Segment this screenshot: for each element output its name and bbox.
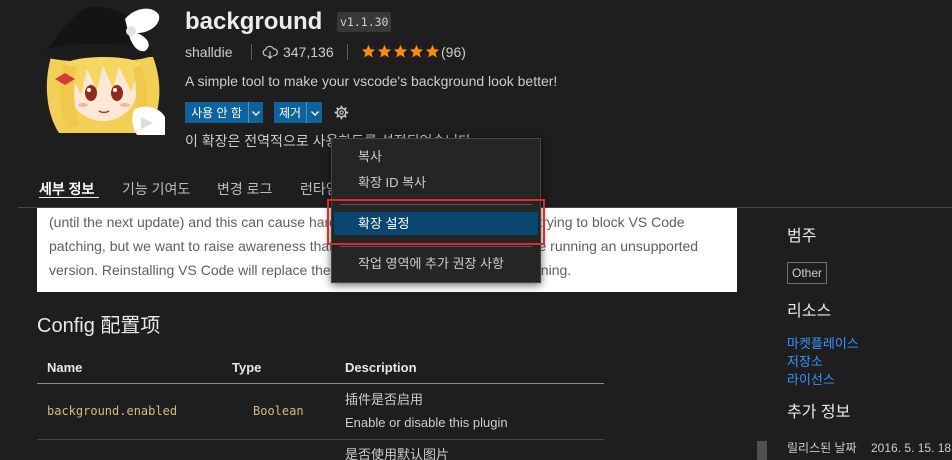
uninstall-button-label: 제거 [278,106,302,120]
release-date-value: 2016. 5. 15. 18시 [871,441,952,455]
config-heading: Config 配置项 [37,315,161,337]
star-icon [377,44,392,58]
table-header-border [37,383,604,384]
tab-changelog[interactable]: 변경 로그 [217,179,272,199]
tab-details[interactable]: 세부 정보 [39,179,94,199]
more-info-heading: 추가 정보 [787,404,851,421]
menu-item-copy[interactable]: 복사 [334,146,538,168]
gear-icon[interactable] [334,105,349,120]
version-badge: v1.1.30 [337,12,392,32]
star-icon [425,44,440,58]
extension-name: background [185,8,323,35]
categories-heading: 범주 [787,228,817,245]
table-cell-setting-type: Boolean [253,404,304,418]
disable-button[interactable]: 사용 안 함 [185,102,248,123]
table-header-name: Name [47,360,83,375]
scrollbar-thumb[interactable] [757,441,767,460]
rating-count[interactable]: (96) [441,42,466,62]
menu-item-add-to-workspace-recommendations[interactable]: 작업 영역에 추가 권장 사항 [334,253,538,275]
menu-item-label: 작업 영역에 추가 권장 사항 [358,256,505,271]
header-divider [251,44,252,60]
disable-dropdown-button[interactable] [248,102,263,123]
table-cell-description: 插件是否启用 [345,392,424,407]
table-cell-description: Enable or disable this plugin [345,415,508,430]
extension-description: A simple tool to make your vscode's back… [185,73,558,89]
highlight-annotation-box [327,199,545,245]
menu-item-label: 확장 ID 복사 [358,175,427,190]
disable-button-label: 사용 안 함 [191,106,242,120]
menu-item-copy-extension-id[interactable]: 확장 ID 복사 [334,172,538,194]
license-link[interactable]: 라이선스 [787,371,835,389]
star-icon [361,44,376,58]
uninstall-button[interactable]: 제거 [274,102,306,123]
table-cell-setting-name: background.enabled [47,404,178,418]
chevron-down-icon [310,108,320,118]
table-cell-description: 是否使用默认图片 [345,447,450,460]
active-tab-underline [39,197,99,198]
table-header-type: Type [232,360,262,375]
resources-heading: 리소스 [787,303,832,320]
rating-stars[interactable] [361,44,440,59]
release-date-label: 릴리스된 날짜 [787,441,857,455]
category-tag[interactable]: Other [787,262,828,284]
tab-feature-contributions[interactable]: 기능 기여도 [122,179,190,199]
extension-icon [37,5,165,135]
publisher-link[interactable]: shalldie [185,42,232,62]
marketplace-link[interactable]: 마켓플레이스 [787,335,859,353]
uninstall-dropdown-button[interactable] [306,102,322,123]
install-count: 347,136 [283,44,334,60]
repository-link[interactable]: 저장소 [787,353,823,371]
star-icon [409,44,424,58]
table-row-border [37,439,604,440]
star-icon [393,44,408,58]
header-divider [347,44,348,60]
menu-item-label: 복사 [358,149,382,164]
cloud-download-icon [262,45,278,60]
table-header-description: Description [345,360,417,375]
chevron-down-icon [251,108,261,118]
menu-separator [340,246,532,247]
